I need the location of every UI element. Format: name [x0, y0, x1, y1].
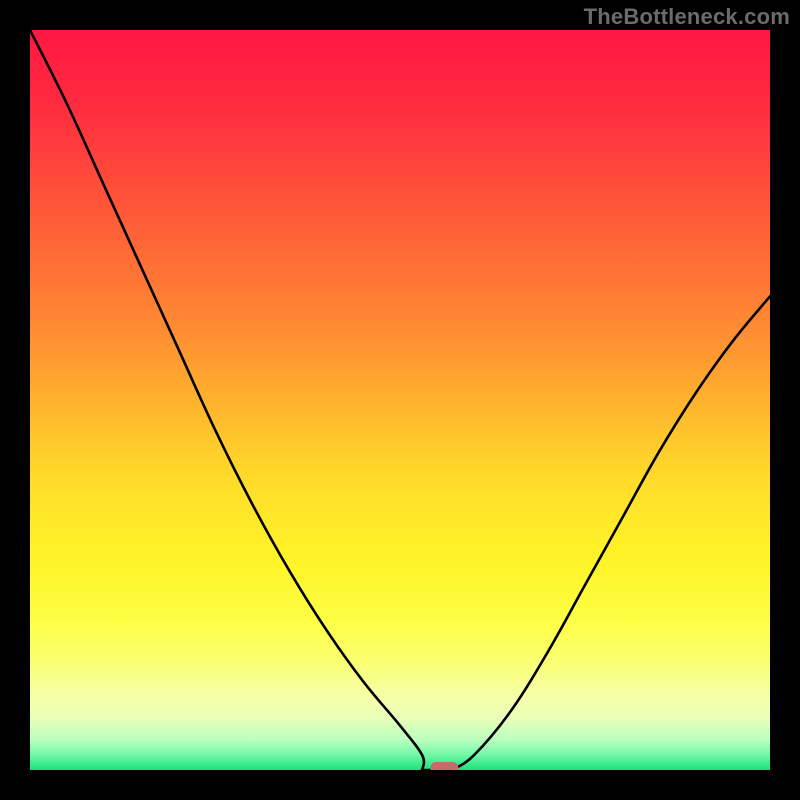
- minimum-marker: [430, 762, 458, 770]
- plot-background: [30, 30, 770, 770]
- watermark-text: TheBottleneck.com: [584, 4, 790, 30]
- chart-frame: TheBottleneck.com: [0, 0, 800, 800]
- bottleneck-chart: [30, 30, 770, 770]
